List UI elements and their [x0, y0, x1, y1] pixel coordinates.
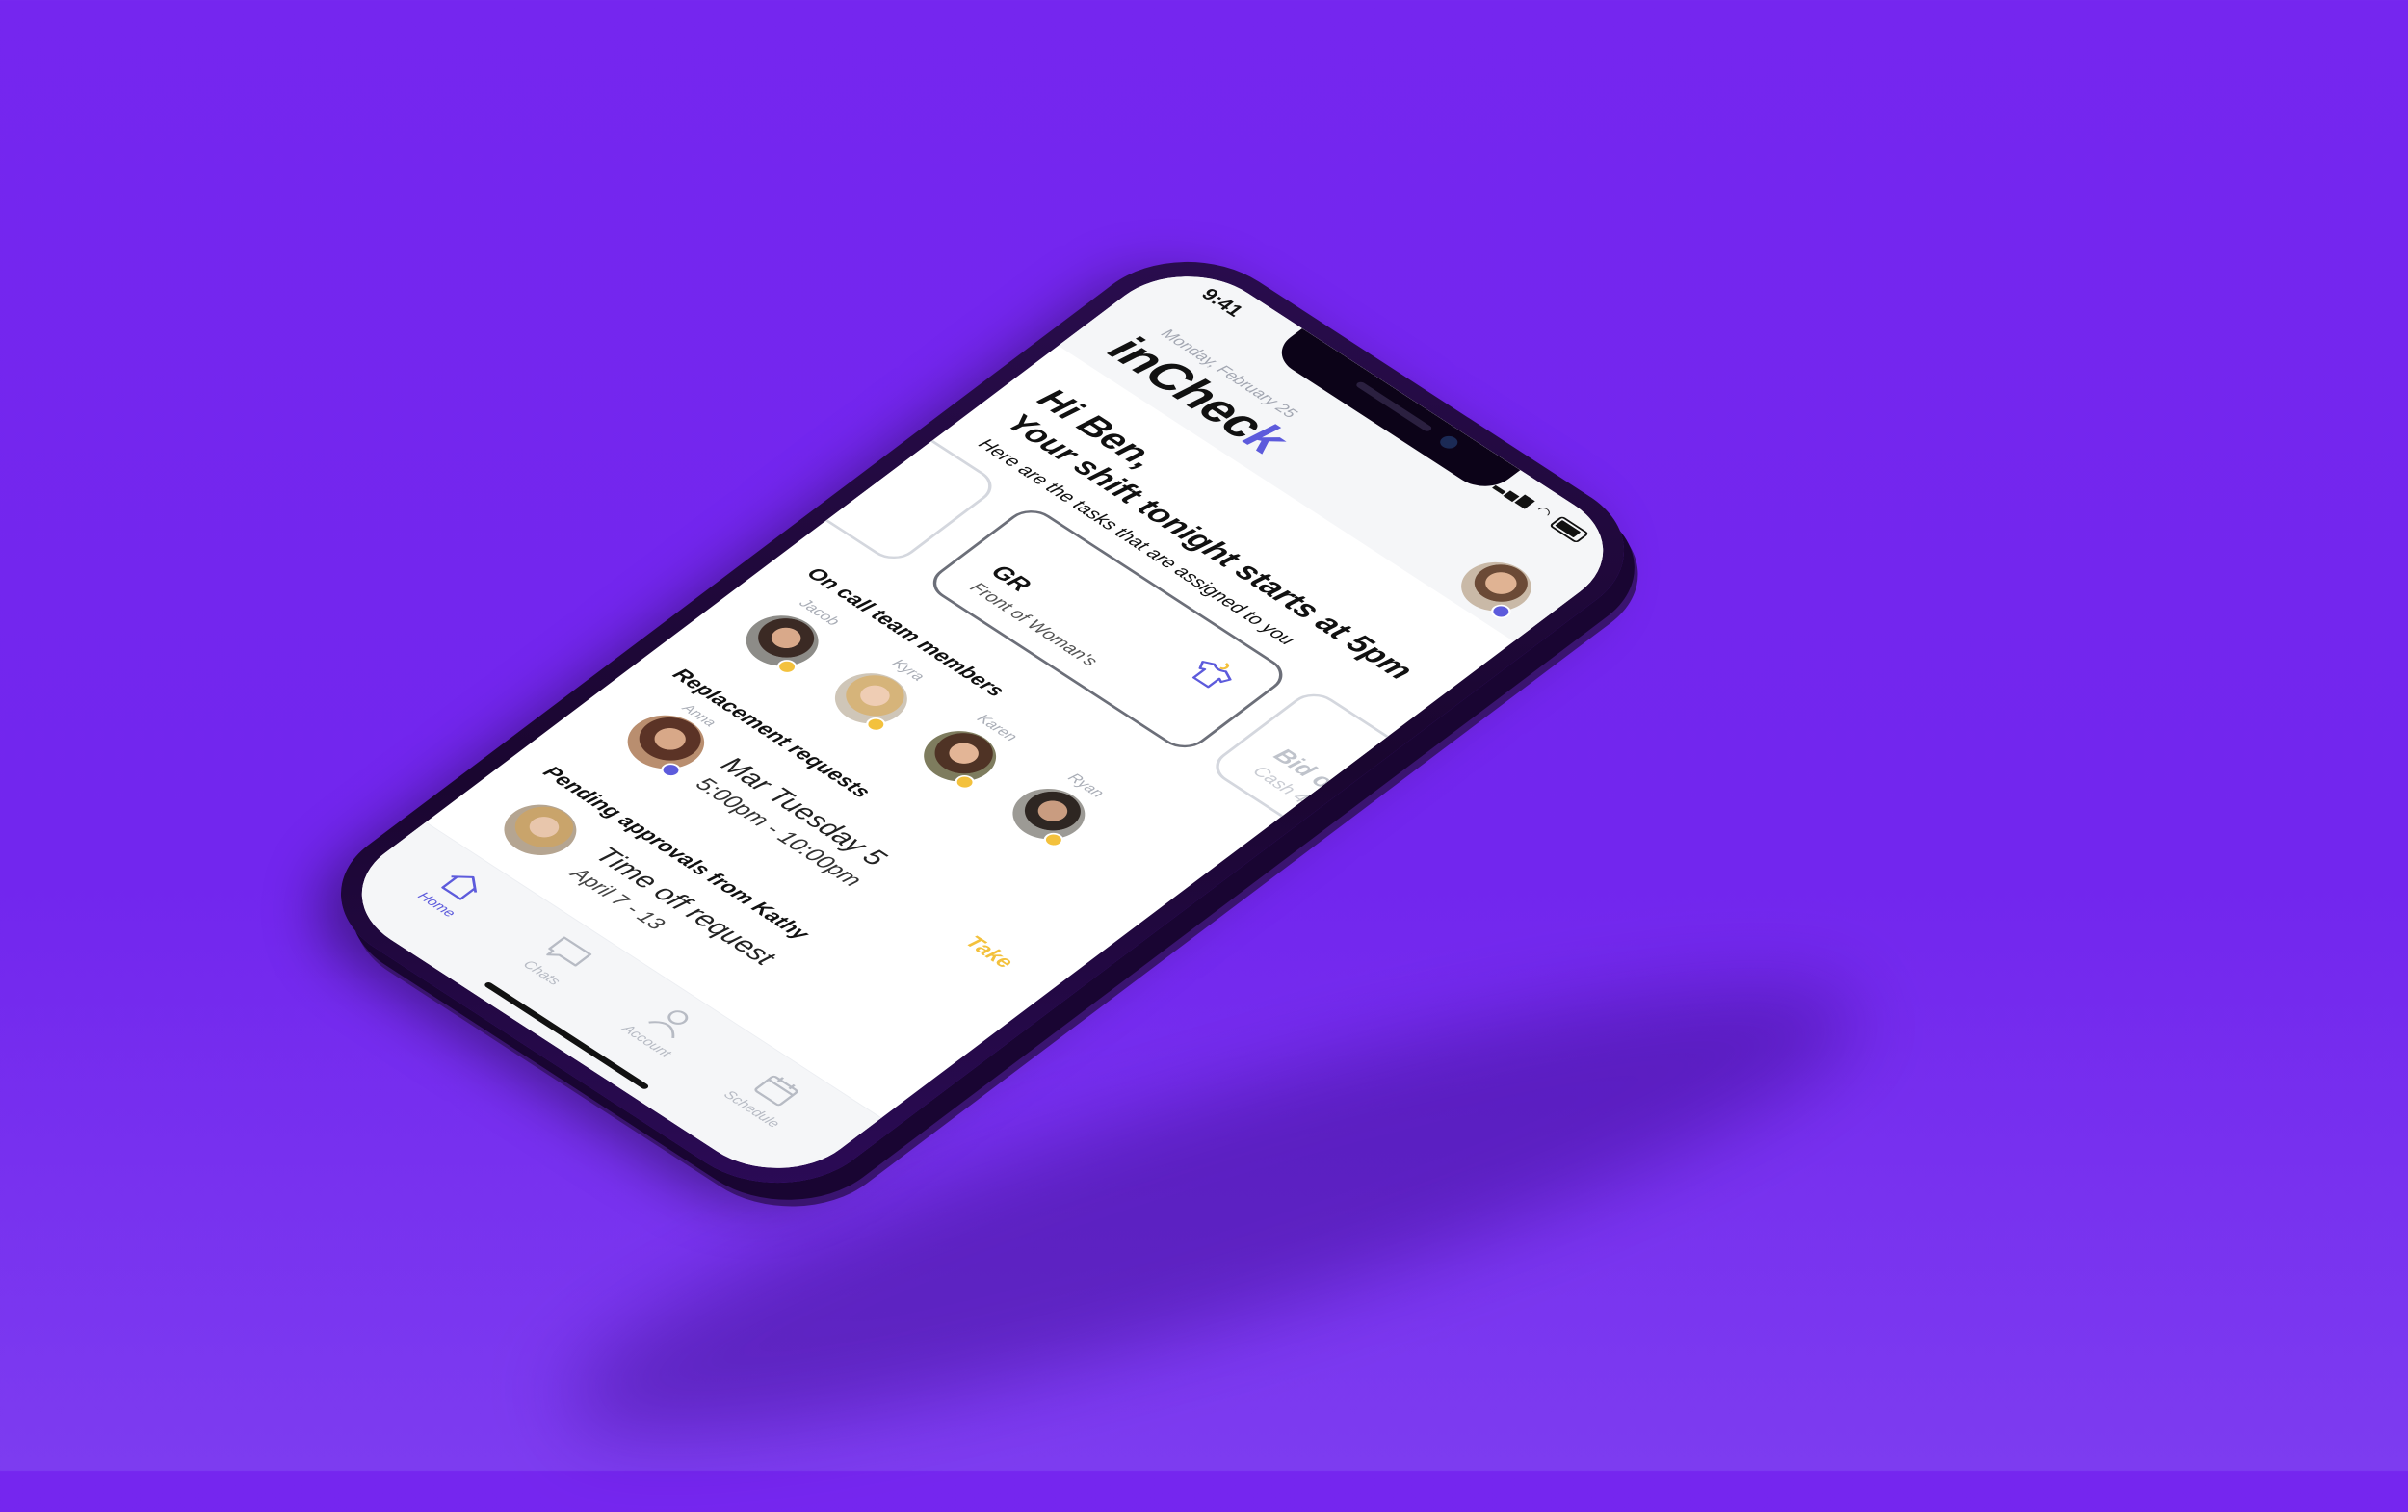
member-ryan[interactable]: Ryan [977, 759, 1126, 865]
task-card-previous[interactable] [631, 314, 1003, 566]
wifi-icon: ◠ [1531, 504, 1557, 522]
task-subtitle: Front of Woman's [965, 579, 1102, 670]
task-card-next[interactable]: Bid on Cash 4 [1205, 686, 1577, 939]
front-camera [1436, 433, 1462, 452]
online-dot [1039, 829, 1068, 850]
take-button[interactable]: Take [960, 932, 1018, 973]
approver-avatar [488, 794, 591, 866]
online-dot [861, 715, 890, 735]
shirt-hanger-icon [1191, 661, 1232, 689]
online-dot [772, 657, 801, 677]
status-dot [657, 760, 685, 780]
online-dot [951, 772, 980, 793]
profile-avatar[interactable] [1447, 552, 1546, 622]
profile-status-dot [1486, 601, 1515, 622]
